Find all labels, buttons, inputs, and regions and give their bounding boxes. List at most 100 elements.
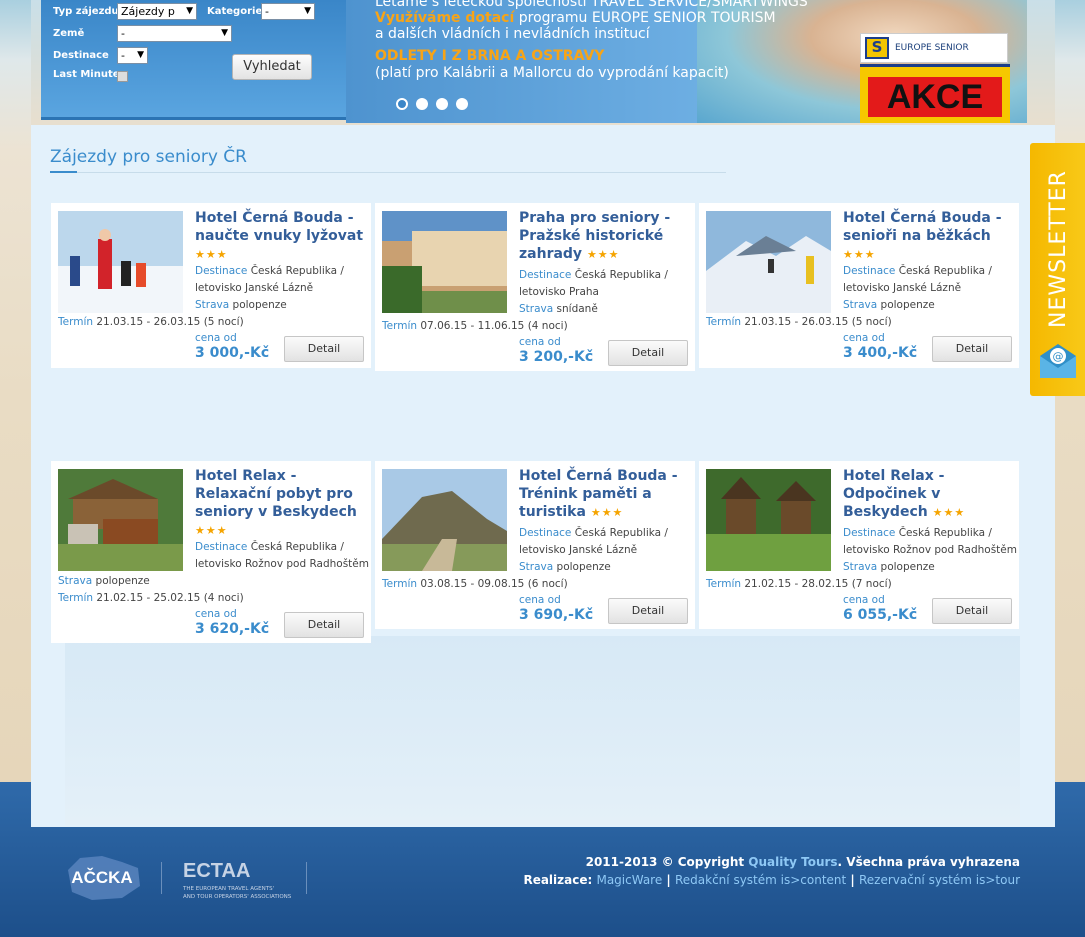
destination-value-line2: letovisko Rožnov pod Radhoštěm <box>195 558 369 570</box>
food-value: polopenze <box>556 561 611 573</box>
term-label: Termín <box>58 316 94 328</box>
star-icons: ★★★ <box>586 248 620 261</box>
tour-card: Praha pro seniory - Pražské historické z… <box>375 203 695 371</box>
tour-name[interactable]: Praha pro seniory - Pražské historické z… <box>519 209 691 264</box>
background-left <box>0 0 31 782</box>
destination-select[interactable]: - ▼ <box>117 47 148 64</box>
company-link[interactable]: Quality Tours <box>748 855 837 869</box>
food-value: snídaně <box>556 303 598 315</box>
content-bottom-area <box>65 636 1020 825</box>
tour-image[interactable] <box>382 211 507 313</box>
star-icons: ★★★ <box>590 506 624 519</box>
tour-name[interactable]: Hotel Černá Bouda - Trénink paměti a tur… <box>519 467 691 522</box>
iscontent-link[interactable]: Redakční systém is>content <box>675 873 846 887</box>
destination-value-line2: letovisko Janské Lázně <box>519 544 638 556</box>
banner-line2-rest: programu EUROPE SENIOR TOURISM <box>514 10 776 26</box>
tour-image[interactable] <box>706 211 831 313</box>
food-label: Strava <box>195 299 230 311</box>
tour-card: Hotel Černá Bouda - senioři na běžkách ★… <box>699 203 1019 368</box>
destination-value-line2: letovisko Praha <box>519 286 599 298</box>
akce-text: AKCE <box>868 77 1002 117</box>
detail-button[interactable]: Detail <box>284 612 364 638</box>
ectaa-logo[interactable]: ECTAA THE EUROPEAN TRAVEL AGENTS' AND TO… <box>183 860 293 902</box>
term-value: 21.03.15 - 26.03.15 (5 nocí) <box>744 316 892 328</box>
term-label: Termín <box>706 578 742 590</box>
type-label: Typ zájezdu <box>53 6 119 17</box>
banner-line2: Využíváme dotací programu EUROPE SENIOR … <box>375 10 776 26</box>
type-select[interactable]: Zájezdy p ▼ <box>117 3 197 20</box>
tour-name-text: Hotel Relax - Relaxační pobyt pro senior… <box>195 468 357 520</box>
copyright-prefix: 2011-2013 © Copyright <box>585 855 749 869</box>
tour-food: Strava polopenze <box>195 297 287 314</box>
food-value: polopenze <box>232 299 287 311</box>
istour-link[interactable]: Rezervační systém is>tour <box>859 873 1020 887</box>
title-divider <box>50 172 726 173</box>
food-label: Strava <box>843 561 878 573</box>
category-label: Kategorie <box>207 6 263 17</box>
destination-value: Česká Republika / <box>898 265 992 277</box>
tour-image[interactable] <box>58 469 183 571</box>
promo-banner[interactable]: Letáme s leteckou společností TRAVEL SER… <box>346 0 1027 123</box>
chevron-down-icon: ▼ <box>221 28 228 38</box>
star-icons: ★★★ <box>195 524 228 537</box>
detail-button[interactable]: Detail <box>932 336 1012 362</box>
lastminute-label: Last Minute <box>53 69 120 80</box>
accka-logo[interactable]: AČCKA <box>62 852 144 904</box>
price-label: cena od <box>519 594 561 606</box>
banner-line2-highlight: Využíváme dotací <box>375 10 515 26</box>
term-label: Termín <box>382 578 418 590</box>
destination-value: Česká Republika / <box>250 265 344 277</box>
banner-line3: a dalších vládních i nevládních instituc… <box>375 26 650 42</box>
detail-button[interactable]: Detail <box>608 598 688 624</box>
category-select[interactable]: - ▼ <box>261 3 315 20</box>
slider-dots <box>396 98 468 110</box>
type-select-value: Zájezdy p <box>121 5 175 18</box>
footer-separator: | <box>846 873 859 887</box>
detail-button[interactable]: Detail <box>932 598 1012 624</box>
detail-button[interactable]: Detail <box>608 340 688 366</box>
price-label: cena od <box>843 332 885 344</box>
tour-name[interactable]: Hotel Relax - Relaxační pobyt pro senior… <box>195 467 367 540</box>
search-button[interactable]: Vyhledat <box>232 54 312 80</box>
tour-price: 3 620,-Kč <box>195 621 270 637</box>
tour-card: Hotel Relax - Odpočinek v Beskydech ★★★ … <box>699 461 1019 629</box>
tour-term: Termín 21.02.15 - 28.02.15 (7 nocí) <box>706 576 892 593</box>
destination-label: Destinace <box>53 50 109 61</box>
newsletter-tab[interactable]: NEWSLETTER @ <box>1030 143 1085 396</box>
tour-name[interactable]: Hotel Relax - Odpočinek v Beskydech ★★★ <box>843 467 1015 522</box>
footer-divider <box>306 862 307 894</box>
term-label: Termín <box>58 592 94 604</box>
tour-image[interactable] <box>706 469 831 571</box>
slider-dot-4[interactable] <box>456 98 468 110</box>
slider-dot-1[interactable] <box>396 98 408 110</box>
tour-name-text: Hotel Černá Bouda - naučte vnuky lyžovat <box>195 210 364 244</box>
star-icons: ★★★ <box>932 506 966 519</box>
term-value: 21.03.15 - 26.03.15 (5 nocí) <box>96 316 244 328</box>
realization-line: Realizace: MagicWare | Redakční systém i… <box>523 871 1020 889</box>
tour-name-text: Hotel Černá Bouda - senioři na běžkách <box>843 210 1002 244</box>
tour-price: 3 400,-Kč <box>843 345 918 361</box>
destination-value: Česká Republika / <box>574 527 668 539</box>
destination-label: Destinace <box>519 527 572 539</box>
slider-dot-3[interactable] <box>436 98 448 110</box>
tour-name[interactable]: Hotel Černá Bouda - senioři na běžkách ★… <box>843 209 1015 264</box>
tour-name[interactable]: Hotel Černá Bouda - naučte vnuky lyžovat… <box>195 209 367 264</box>
tour-food: Strava polopenze <box>843 297 935 314</box>
term-value: 21.02.15 - 28.02.15 (7 nocí) <box>744 578 892 590</box>
tour-card: Hotel Relax - Relaxační pobyt pro senior… <box>51 461 371 643</box>
country-select[interactable]: - ▼ <box>117 25 232 42</box>
food-label: Strava <box>843 299 878 311</box>
tour-destination: Destinace Česká Republika / letovisko Pra… <box>519 267 668 301</box>
footer-separator: | <box>662 873 675 887</box>
tour-card: Hotel Černá Bouda - Trénink paměti a tur… <box>375 461 695 629</box>
lastminute-checkbox[interactable] <box>117 71 128 82</box>
magicware-link[interactable]: MagicWare <box>596 873 662 887</box>
price-label: cena od <box>195 332 237 344</box>
ectaa-logo-sub2: AND TOUR OPERATORS' ASSOCIATIONS <box>183 894 292 900</box>
tour-image[interactable] <box>382 469 507 571</box>
slider-dot-2[interactable] <box>416 98 428 110</box>
tour-image[interactable] <box>58 211 183 313</box>
detail-button[interactable]: Detail <box>284 336 364 362</box>
destination-value: Česká Republika / <box>898 527 992 539</box>
tour-food: Strava snídaně <box>519 301 598 318</box>
